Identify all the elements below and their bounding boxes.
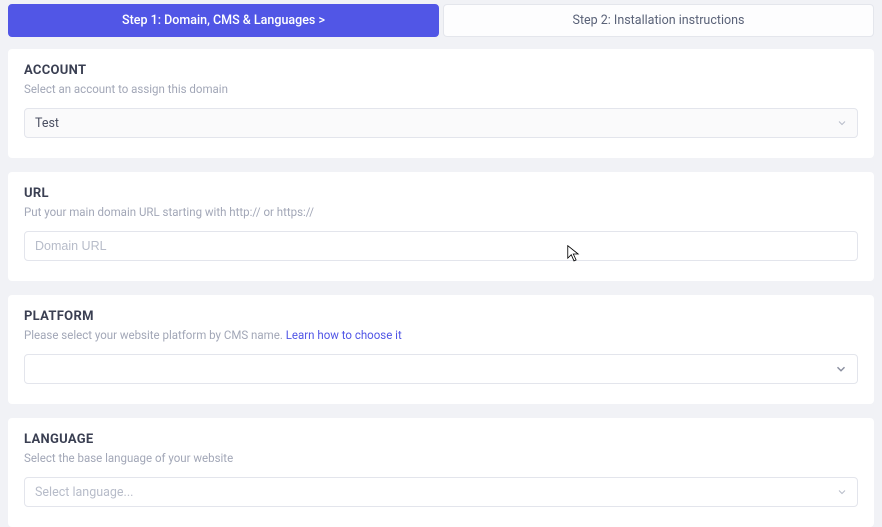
tab-step2-label: Step 2: Installation instructions: [573, 13, 745, 28]
account-desc: Select an account to assign this domain: [24, 82, 858, 96]
account-select-value: Test: [35, 116, 59, 131]
language-desc: Select the base language of your website: [24, 451, 858, 465]
platform-title: PLATFORM: [24, 309, 858, 324]
platform-select[interactable]: [24, 354, 858, 384]
tab-step2[interactable]: Step 2: Installation instructions: [443, 4, 874, 37]
platform-desc: Please select your website platform by C…: [24, 328, 858, 342]
stepper-tabs: Step 1: Domain, CMS & Languages > Step 2…: [0, 0, 882, 37]
url-title: URL: [24, 186, 858, 201]
url-desc: Put your main domain URL starting with h…: [24, 205, 858, 219]
language-title: LANGUAGE: [24, 432, 858, 447]
section-account: ACCOUNT Select an account to assign this…: [8, 49, 874, 158]
account-select[interactable]: Test: [24, 108, 858, 138]
platform-desc-text: Please select your website platform by C…: [24, 328, 286, 342]
language-select[interactable]: Select language...: [24, 477, 858, 507]
tab-step1-label: Step 1: Domain, CMS & Languages >: [122, 13, 325, 28]
url-input[interactable]: [24, 231, 858, 261]
section-platform: PLATFORM Please select your website plat…: [8, 295, 874, 404]
account-title: ACCOUNT: [24, 63, 858, 78]
language-select-placeholder: Select language...: [35, 485, 133, 500]
section-language: LANGUAGE Select the base language of you…: [8, 418, 874, 527]
section-url: URL Put your main domain URL starting wi…: [8, 172, 874, 281]
platform-learn-link[interactable]: Learn how to choose it: [286, 328, 402, 342]
tab-step1[interactable]: Step 1: Domain, CMS & Languages >: [8, 4, 439, 37]
